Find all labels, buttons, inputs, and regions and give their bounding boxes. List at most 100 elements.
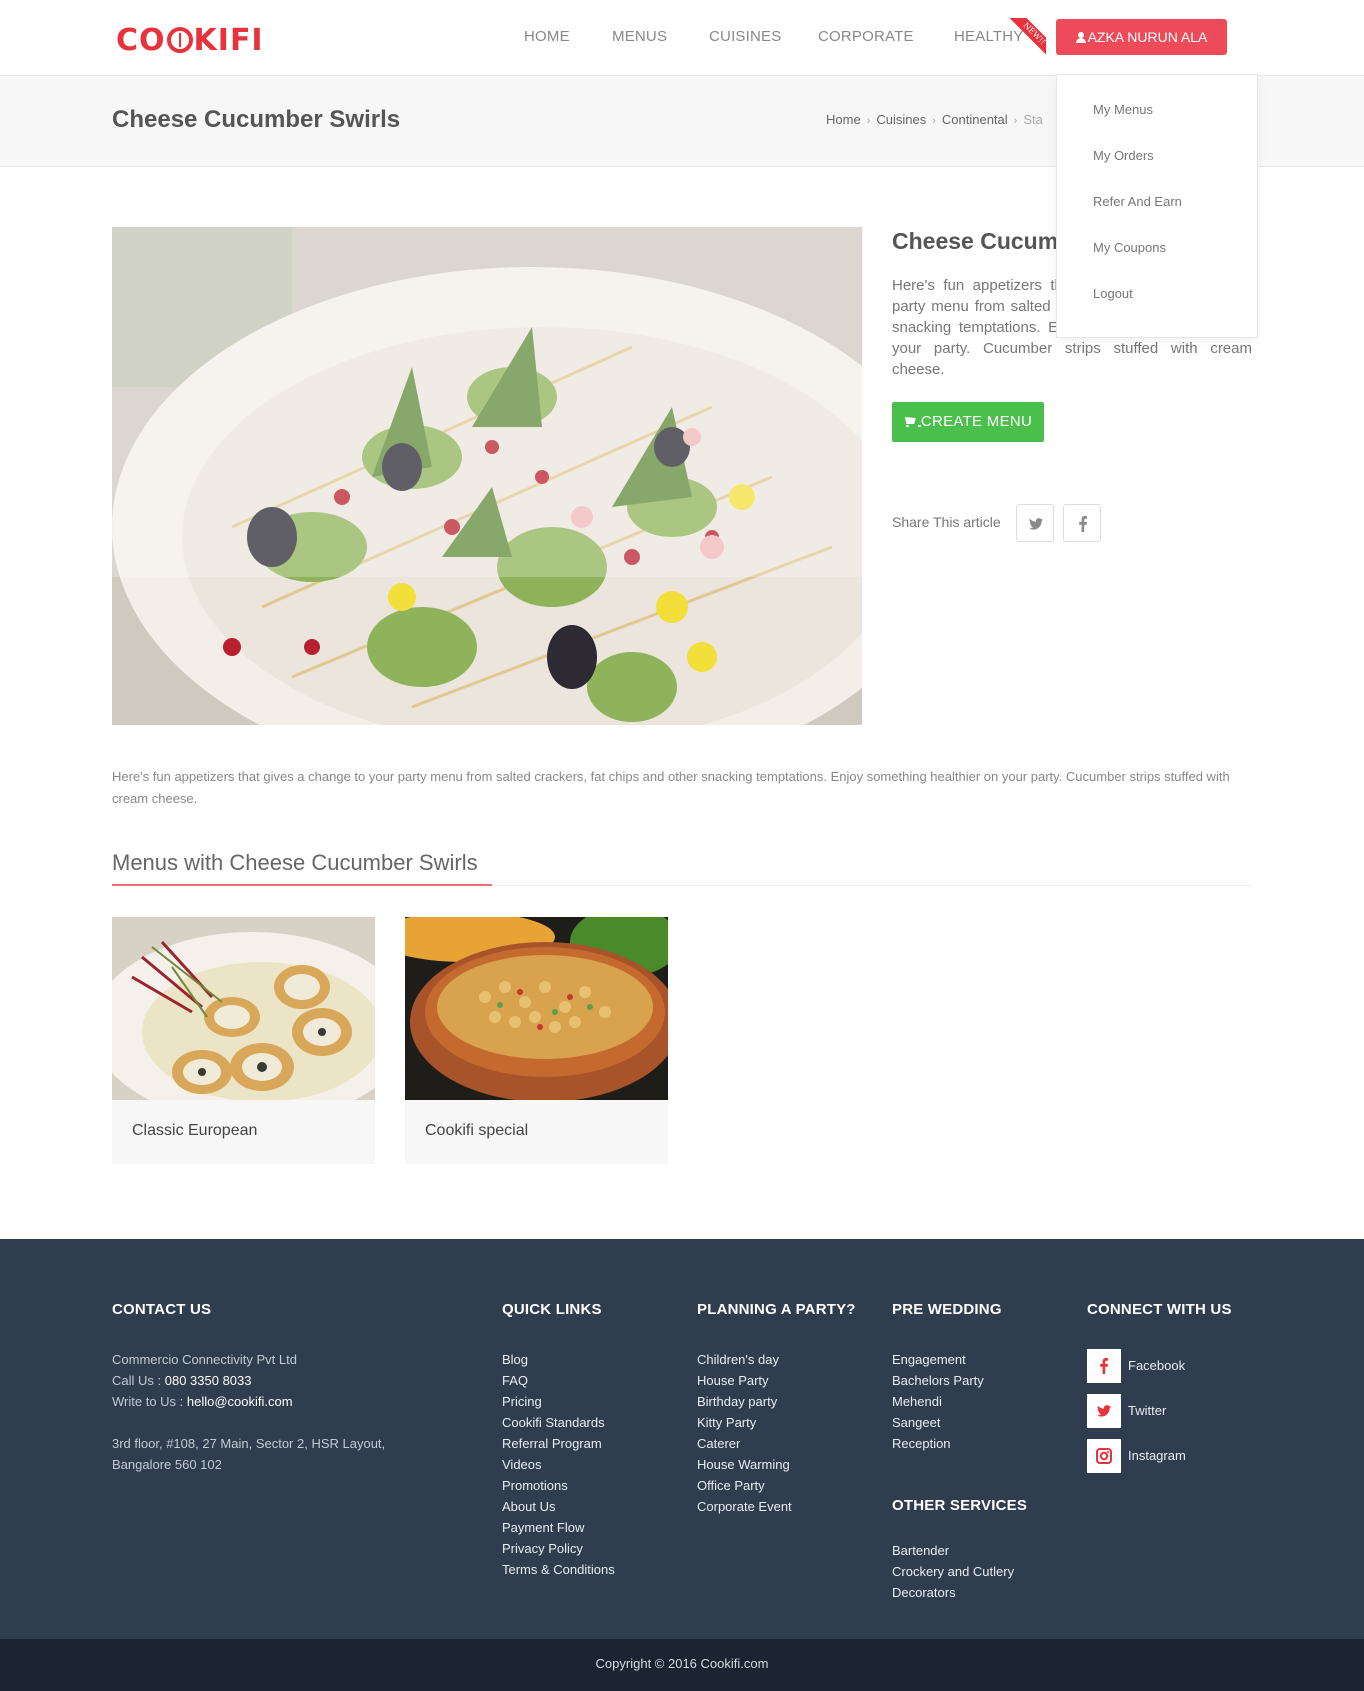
footer-email[interactable]: hello@cookifi.com bbox=[187, 1394, 293, 1409]
menu-card-classic-european[interactable]: Classic European bbox=[112, 917, 375, 1164]
new-badge-text: NEW!! bbox=[1010, 18, 1046, 54]
footer-call-label: Call Us : bbox=[112, 1373, 165, 1388]
create-menu-button[interactable]: CREATE MENU bbox=[892, 402, 1044, 442]
site-header: CO KIFI HOME MENUS CUISINES CORPORATE HEA… bbox=[0, 0, 1364, 76]
footer-spacer bbox=[112, 1412, 452, 1433]
nav-corporate[interactable]: CORPORATE bbox=[818, 28, 914, 45]
menu-card-cookifi-special[interactable]: Cookifi special bbox=[405, 917, 668, 1164]
footer-link[interactable]: Referral Program bbox=[502, 1433, 615, 1454]
footer-link[interactable]: Payment Flow bbox=[502, 1517, 615, 1538]
footer-link[interactable]: Engagement bbox=[892, 1349, 984, 1370]
section-divider-accent bbox=[112, 884, 492, 886]
user-dropdown-menu: My Menus My Orders Refer And Earn My Cou… bbox=[1056, 74, 1258, 338]
footer-address-1: 3rd floor, #108, 27 Main, Sector 2, HSR … bbox=[112, 1436, 386, 1451]
copyright-text: Copyright © 2016 Cookifi.com bbox=[595, 1656, 769, 1671]
instagram-icon bbox=[1096, 1448, 1112, 1464]
footer-link[interactable]: Cookifi Standards bbox=[502, 1412, 615, 1433]
share-twitter-button[interactable] bbox=[1016, 504, 1054, 542]
footer-other-services-links: Bartender Crockery and Cutlery Decorator… bbox=[892, 1540, 1014, 1603]
fork-plate-icon bbox=[166, 27, 193, 53]
footer-pre-wedding-heading: PRE WEDDING bbox=[892, 1301, 1002, 1318]
breadcrumb: Home › Cuisines › Continental › Sta bbox=[826, 112, 1043, 127]
dropdown-my-menus[interactable]: My Menus bbox=[1093, 102, 1153, 117]
footer-link[interactable]: Kitty Party bbox=[697, 1412, 792, 1433]
twitter-icon bbox=[1097, 1405, 1111, 1417]
new-ribbon-badge: NEW!! bbox=[1010, 18, 1046, 54]
footer-link[interactable]: Sangeet bbox=[892, 1412, 984, 1433]
social-label: Twitter bbox=[1128, 1403, 1167, 1418]
footer-planning-links: Children's day House Party Birthday part… bbox=[697, 1349, 792, 1517]
breadcrumb-separator-icon: › bbox=[866, 115, 871, 127]
footer-link[interactable]: House Party bbox=[697, 1370, 792, 1391]
facebook-icon bbox=[1079, 516, 1087, 532]
footer-link[interactable]: Bachelors Party bbox=[892, 1370, 984, 1391]
footer-link[interactable]: FAQ bbox=[502, 1370, 615, 1391]
breadcrumb-continental[interactable]: Continental bbox=[942, 112, 1008, 127]
footer-link[interactable]: Promotions bbox=[502, 1475, 615, 1496]
breadcrumb-cuisines[interactable]: Cuisines bbox=[876, 112, 926, 127]
footer-link[interactable]: Bartender bbox=[892, 1540, 1014, 1561]
footer-planning-heading: PLANNING A PARTY? bbox=[697, 1301, 856, 1318]
share-facebook-button[interactable] bbox=[1063, 504, 1101, 542]
nav-menus[interactable]: MENUS bbox=[612, 28, 667, 45]
footer-link[interactable]: Corporate Event bbox=[697, 1496, 792, 1517]
footer-link[interactable]: Reception bbox=[892, 1433, 984, 1454]
footer-phone[interactable]: 080 3350 8033 bbox=[165, 1373, 252, 1388]
create-menu-label: CREATE MENU bbox=[920, 413, 1033, 430]
footer-contact-heading: CONTACT US bbox=[112, 1301, 212, 1318]
social-label: Instagram bbox=[1128, 1448, 1186, 1463]
dropdown-refer-and-earn[interactable]: Refer And Earn bbox=[1093, 194, 1182, 209]
footer-phone-line: Call Us : 080 3350 8033 bbox=[112, 1370, 452, 1391]
footer-link[interactable]: House Warming bbox=[697, 1454, 792, 1475]
user-name: AZKA NURUN ALA bbox=[1087, 29, 1208, 45]
breadcrumb-current: Sta bbox=[1023, 112, 1043, 127]
dropdown-my-coupons[interactable]: My Coupons bbox=[1093, 240, 1166, 255]
footer-link[interactable]: Caterer bbox=[697, 1433, 792, 1454]
menu-card-title: Classic European bbox=[132, 1122, 258, 1139]
footer-link[interactable]: Blog bbox=[502, 1349, 615, 1370]
social-instagram-link[interactable]: Instagram bbox=[1087, 1439, 1287, 1473]
share-label: Share This article bbox=[892, 514, 1001, 530]
footer-link[interactable]: Videos bbox=[502, 1454, 615, 1475]
menu-card-image bbox=[405, 917, 668, 1100]
footer-contact-info: Commercio Connectivity Pvt Ltd Call Us :… bbox=[112, 1349, 452, 1475]
cookifi-logo[interactable]: CO KIFI bbox=[116, 24, 264, 58]
user-icon bbox=[1075, 32, 1086, 43]
footer-link[interactable]: Office Party bbox=[697, 1475, 792, 1496]
dropdown-logout[interactable]: Logout bbox=[1093, 286, 1133, 301]
social-twitter-link[interactable]: Twitter bbox=[1087, 1394, 1287, 1428]
footer-link[interactable]: Birthday party bbox=[697, 1391, 792, 1412]
facebook-icon-box bbox=[1087, 1349, 1121, 1383]
footer-link[interactable]: Pricing bbox=[502, 1391, 615, 1412]
twitter-icon bbox=[1029, 518, 1043, 530]
footer-company: Commercio Connectivity Pvt Ltd bbox=[112, 1352, 297, 1367]
footer-link[interactable]: Terms & Conditions bbox=[502, 1559, 615, 1580]
footer-link[interactable]: Decorators bbox=[892, 1582, 1014, 1603]
footer-other-services-heading: OTHER SERVICES bbox=[892, 1497, 1028, 1514]
copyright-bar: Copyright © 2016 Cookifi.com bbox=[0, 1639, 1364, 1691]
page-title: Cheese Cucumber Swirls bbox=[112, 106, 401, 133]
footer-link[interactable]: Privacy Policy bbox=[502, 1538, 615, 1559]
breadcrumb-separator-icon: › bbox=[1013, 115, 1018, 127]
footer-link[interactable]: Mehendi bbox=[892, 1391, 984, 1412]
footer-link[interactable]: Children's day bbox=[697, 1349, 792, 1370]
logo-text-end: KIFI bbox=[193, 23, 264, 58]
twitter-icon-box bbox=[1087, 1394, 1121, 1428]
nav-home[interactable]: HOME bbox=[524, 28, 570, 45]
footer-address-2: Bangalore 560 102 bbox=[112, 1457, 222, 1472]
footer-link[interactable]: About Us bbox=[502, 1496, 615, 1517]
menus-section-title: Menus with Cheese Cucumber Swirls bbox=[112, 850, 478, 875]
facebook-icon bbox=[1100, 1358, 1108, 1374]
footer-write-label: Write to Us : bbox=[112, 1394, 187, 1409]
dropdown-my-orders[interactable]: My Orders bbox=[1093, 148, 1154, 163]
nav-cuisines[interactable]: CUISINES bbox=[709, 28, 781, 45]
user-account-button[interactable]: AZKA NURUN ALA bbox=[1056, 19, 1227, 55]
social-label: Facebook bbox=[1128, 1358, 1186, 1373]
breadcrumb-home[interactable]: Home bbox=[826, 112, 861, 127]
footer-quick-links: Blog FAQ Pricing Cookifi Standards Refer… bbox=[502, 1349, 615, 1580]
logo-text-start: CO bbox=[116, 23, 166, 58]
footer-link[interactable]: Crockery and Cutlery bbox=[892, 1561, 1014, 1582]
social-facebook-link[interactable]: Facebook bbox=[1087, 1349, 1287, 1383]
menu-card-image bbox=[112, 917, 375, 1100]
menu-card-title: Cookifi special bbox=[425, 1122, 529, 1139]
